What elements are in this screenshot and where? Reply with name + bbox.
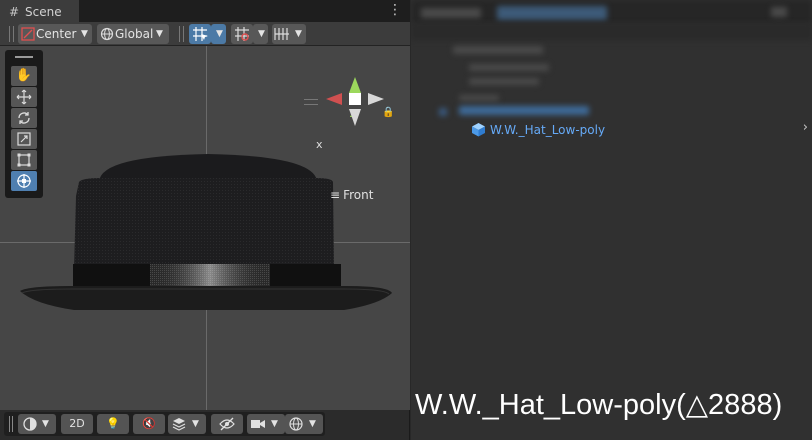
space-mode-label: Global	[115, 27, 154, 41]
gizmo-neg-x-cone[interactable]	[368, 93, 384, 105]
toolbar-separator	[183, 26, 184, 42]
toolbar-grip	[12, 416, 13, 432]
toolbar-grip	[13, 26, 14, 42]
chevron-down-icon: ▼	[309, 419, 316, 429]
toolbar-grip	[9, 416, 10, 432]
pivot-icon	[21, 27, 35, 41]
chevron-down-icon: ▼	[258, 29, 265, 39]
project-panel: W.W._Hat_Low-poly › W.W._Hat_Low-poly(△2…	[411, 0, 812, 440]
hand-icon: ✋	[15, 68, 33, 83]
grid-ruler-icon	[274, 28, 289, 40]
pivot-mode-dropdown[interactable]: Center ▼	[18, 24, 92, 44]
draw-mode-dropdown[interactable]: ▼	[18, 414, 56, 434]
move-icon	[16, 89, 32, 105]
transform-icon	[17, 174, 31, 188]
scene-viewport[interactable]: 🔒 y x ≡Front	[0, 46, 410, 410]
gizmo-globe-icon	[289, 417, 303, 431]
scale-tool-button[interactable]	[11, 129, 37, 149]
chevron-down-icon: ▼	[156, 29, 163, 39]
grid-hash-icon: #	[9, 5, 20, 19]
blurred-icon	[771, 7, 787, 17]
scale-icon	[17, 132, 31, 146]
grid-snap-toggle[interactable]	[189, 24, 211, 44]
camera-icon	[251, 420, 265, 428]
toolbar-grip	[9, 26, 10, 42]
chevron-right-icon[interactable]: ›	[803, 120, 808, 135]
blurred-tab	[421, 8, 481, 18]
scene-toolbar: Center ▼ Global ▼ ▼ ▼ ▼	[0, 22, 410, 46]
blurred-icon	[439, 108, 447, 116]
panel-menu-button[interactable]: ⋮	[388, 2, 402, 18]
shading-sphere-icon	[23, 417, 37, 431]
grid-snap-icon	[193, 27, 208, 41]
palette-grip[interactable]	[15, 56, 33, 58]
scene-view-toolbar: ▼ 2D 💡 🔇 ▼ ▼ ▼	[4, 412, 325, 436]
pivot-mode-label: Center	[36, 27, 77, 41]
toggle-2d-button[interactable]: 2D	[61, 414, 93, 434]
transform-tool-button[interactable]	[11, 171, 37, 191]
rotate-tool-button[interactable]	[11, 108, 37, 128]
gizmos-dropdown[interactable]: ▼	[285, 414, 323, 434]
blurred-row	[469, 64, 549, 71]
lighting-toggle[interactable]: 💡	[97, 414, 129, 434]
gizmo-x-label: x	[316, 138, 323, 151]
light-bulb-icon: 💡	[106, 417, 120, 430]
gizmo-menu-icon[interactable]	[304, 99, 318, 105]
caption-overlay: W.W._Hat_Low-poly(△2888)	[415, 389, 783, 421]
chevron-down-icon: ▼	[216, 29, 223, 39]
scene-panel: # Scene ⋮ Center ▼ Global ▼ ▼ ▼ ▼ 🔒 x ≡ …	[0, 0, 410, 440]
grid-snap-dropdown[interactable]: ▼	[211, 24, 226, 44]
chevron-down-icon: ▼	[271, 419, 278, 429]
effects-dropdown[interactable]: ▼	[168, 414, 206, 434]
blurred-breadcrumb-bar	[411, 24, 812, 40]
tab-scene[interactable]: # Scene	[0, 0, 79, 22]
move-tool-button[interactable]	[11, 87, 37, 107]
prefab-cube-icon	[472, 123, 485, 137]
eye-slash-icon	[219, 417, 235, 431]
gizmo-y-cone[interactable]	[349, 77, 361, 93]
rect-transform-icon	[17, 153, 31, 167]
audio-toggle[interactable]: 🔇	[133, 414, 165, 434]
blurred-row	[469, 78, 539, 85]
effects-layers-icon	[172, 418, 186, 431]
camera-settings-dropdown[interactable]: ▼	[247, 414, 285, 434]
toolbar-separator	[179, 26, 180, 42]
blurred-row	[453, 46, 543, 54]
view-projection-label[interactable]: ≡ Front	[330, 188, 373, 202]
gizmo-neg-y-cone[interactable]	[349, 109, 361, 126]
space-mode-dropdown[interactable]: Global ▼	[97, 24, 169, 44]
increment-snap-dropdown[interactable]: ▼	[253, 24, 268, 44]
gizmo-center-cube[interactable]	[349, 93, 361, 105]
blurred-selected-row	[459, 106, 589, 115]
scene-visibility-toggle[interactable]	[211, 414, 243, 434]
toggle-2d-label: 2D	[69, 417, 85, 430]
gizmo-x-cone[interactable]	[326, 93, 342, 105]
globe-icon	[100, 27, 114, 41]
blurred-search	[497, 6, 607, 20]
chevron-down-icon: ▼	[295, 29, 302, 39]
view-name: Front	[343, 188, 374, 202]
increment-snap-icon	[235, 27, 249, 41]
chevron-down-icon: ▼	[192, 419, 199, 429]
rotate-icon	[18, 112, 30, 124]
increment-snap-toggle[interactable]	[231, 24, 253, 44]
speaker-muted-icon: 🔇	[142, 417, 156, 430]
tab-scene-label: Scene	[25, 5, 62, 19]
tool-palette: ✋	[5, 50, 43, 198]
view-tool-button[interactable]: ✋	[11, 66, 37, 86]
chevron-down-icon: ▼	[81, 29, 88, 39]
tab-bar: # Scene ⋮	[0, 0, 410, 22]
asset-name: W.W._Hat_Low-poly	[490, 123, 606, 137]
blurred-row	[459, 95, 499, 101]
grid-visibility-dropdown[interactable]: ▼	[272, 24, 306, 44]
chevron-down-icon: ▼	[42, 419, 49, 429]
menu-lines-icon: ≡	[330, 188, 341, 202]
rect-tool-button[interactable]	[11, 150, 37, 170]
orientation-gizmo[interactable]	[323, 73, 387, 137]
